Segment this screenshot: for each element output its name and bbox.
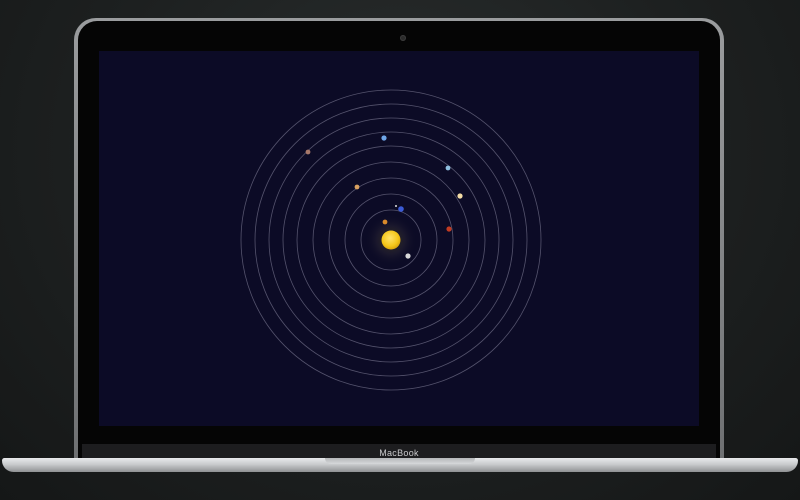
solar-system-view <box>240 89 542 391</box>
planet-2[interactable] <box>382 219 388 225</box>
sun-icon[interactable] <box>381 230 401 250</box>
camera-icon <box>400 35 406 41</box>
laptop-screen <box>99 51 699 426</box>
laptop-bezel: MacBook <box>78 21 720 462</box>
planet-1[interactable] <box>405 253 411 259</box>
planet-6[interactable] <box>457 193 463 199</box>
product-showcase: MacBook <box>0 0 800 500</box>
planet-8[interactable] <box>381 135 387 141</box>
laptop-lid: MacBook <box>74 18 724 462</box>
planet-3[interactable] <box>398 206 404 212</box>
planet-4[interactable] <box>446 226 452 232</box>
planet-5[interactable] <box>354 184 360 190</box>
moon-icon <box>395 205 397 207</box>
brand-label: MacBook <box>379 448 419 458</box>
planet-7[interactable] <box>445 165 451 171</box>
planet-9[interactable] <box>305 149 311 155</box>
laptop-opening-notch <box>325 458 475 464</box>
